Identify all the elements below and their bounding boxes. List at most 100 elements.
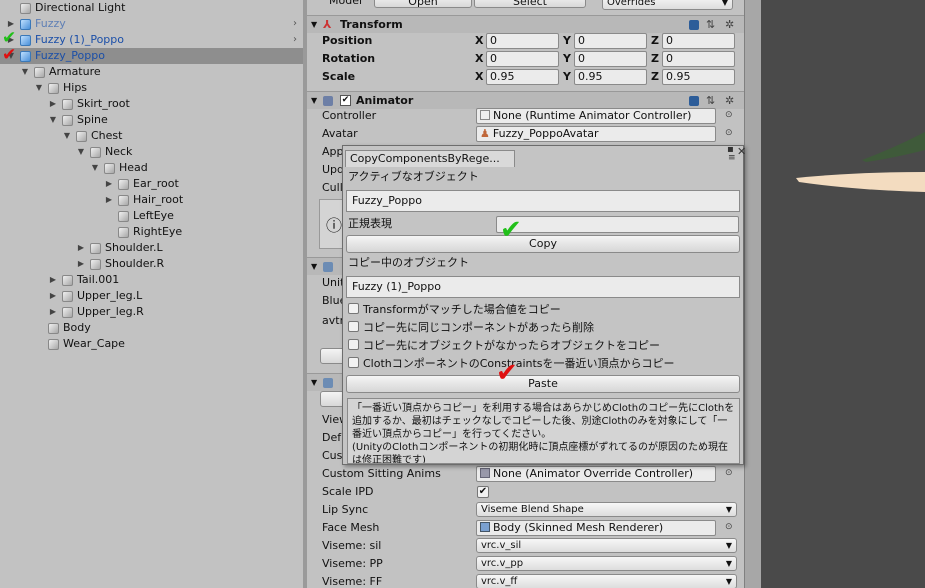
avatar-value: Fuzzy_PoppoAvatar xyxy=(492,127,599,140)
expanded-arrow-icon[interactable]: ▼ xyxy=(34,80,44,96)
hierarchy-item[interactable]: RightEye xyxy=(0,224,303,240)
collapsed-arrow-icon[interactable]: ▶ xyxy=(76,240,86,256)
hierarchy-item[interactable]: ▶ Hair_root xyxy=(0,192,303,208)
help-icon[interactable] xyxy=(689,20,699,30)
gameobject-icon xyxy=(118,179,129,190)
collapse-icon[interactable]: ▼ xyxy=(311,92,317,110)
hierarchy-item[interactable]: ▶ Tail.001 xyxy=(0,272,303,288)
collapsed-arrow-icon[interactable]: ▶ xyxy=(48,288,58,304)
position-x-field[interactable]: 0 xyxy=(486,33,559,49)
position-z-field[interactable]: 0 xyxy=(662,33,735,49)
open-prefab-arrow-icon[interactable]: › xyxy=(293,16,297,32)
hierarchy-item[interactable]: ▼ Fuzzy_Poppo xyxy=(0,48,303,64)
position-y-field[interactable]: 0 xyxy=(574,33,647,49)
gameobject-icon xyxy=(104,163,115,174)
expanded-arrow-icon[interactable]: ▼ xyxy=(20,64,30,80)
avatar-field[interactable]: ♟ Fuzzy_PoppoAvatar xyxy=(476,126,716,142)
hierarchy-item[interactable]: Wear_Cape xyxy=(0,336,303,352)
object-picker-icon[interactable]: ⊙ xyxy=(725,468,733,478)
preset-icon[interactable]: ⇅ xyxy=(706,16,715,34)
hierarchy-item[interactable]: ▼ Head xyxy=(0,160,303,176)
scale-y-field[interactable]: 0.95 xyxy=(574,69,647,85)
option-copy-missing-objects[interactable]: コピー先にオブジェクトがなかったらオブジェクトをコピー xyxy=(348,338,660,354)
overrides-dropdown[interactable]: Overrides ▼ xyxy=(602,0,733,10)
hierarchy-item[interactable]: LeftEye xyxy=(0,208,303,224)
regex-input[interactable] xyxy=(496,216,739,233)
rotation-y-field[interactable]: 0 xyxy=(574,51,647,67)
lip-sync-dropdown[interactable]: Viseme Blend Shape ▼ xyxy=(476,502,737,517)
close-icon[interactable]: ✕ xyxy=(737,145,746,158)
gear-icon[interactable]: ✲ xyxy=(725,92,734,110)
rotation-x-field[interactable]: 0 xyxy=(486,51,559,67)
collapsed-arrow-icon[interactable]: ▶ xyxy=(104,176,114,192)
viseme-sil-dropdown[interactable]: vrc.v_sil ▼ xyxy=(476,538,737,553)
transform-header[interactable]: ▼ ⅄ Transform ⇅ ✲ xyxy=(307,15,744,33)
window-tab[interactable]: CopyComponentsByRege... xyxy=(345,150,515,167)
hierarchy-item[interactable]: ▶ Shoulder.L xyxy=(0,240,303,256)
viseme-ff-dropdown[interactable]: vrc.v_ff ▼ xyxy=(476,574,737,588)
hierarchy-item[interactable]: ▶ Upper_leg.R xyxy=(0,304,303,320)
hierarchy-item[interactable]: ▶ Upper_leg.L xyxy=(0,288,303,304)
maximize-icon[interactable]: ≡ xyxy=(728,153,736,163)
expanded-arrow-icon[interactable]: ▼ xyxy=(90,160,100,176)
hierarchy-item[interactable]: ▶ Skirt_root xyxy=(0,96,303,112)
scene-view[interactable] xyxy=(744,0,925,588)
option-checkbox[interactable] xyxy=(348,357,359,368)
hierarchy-item[interactable]: ▶ Fuzzy › xyxy=(0,16,303,32)
annotation-green-check: ✔ xyxy=(500,215,522,245)
select-prefab-button[interactable]: Select xyxy=(474,0,586,8)
open-prefab-arrow-icon[interactable]: › xyxy=(293,32,297,48)
scale-ipd-checkbox[interactable]: ✔ xyxy=(477,486,489,498)
expanded-arrow-icon[interactable]: ▼ xyxy=(62,128,72,144)
viseme-ff-label: Viseme: FF xyxy=(322,575,383,588)
hierarchy-item[interactable]: Body xyxy=(0,320,303,336)
expanded-arrow-icon[interactable]: ▼ xyxy=(76,144,86,160)
object-picker-icon[interactable]: ⊙ xyxy=(725,522,733,532)
gear-icon[interactable]: ✲ xyxy=(725,16,734,34)
scale-x-field[interactable]: 0.95 xyxy=(486,69,559,85)
hierarchy-item[interactable]: ▶ Shoulder.R xyxy=(0,256,303,272)
custom-sitting-field[interactable]: None (Animator Override Controller) xyxy=(476,466,716,482)
scene-model-preview xyxy=(796,132,925,192)
collapse-icon[interactable]: ▼ xyxy=(311,258,317,276)
animator-enabled-checkbox[interactable]: ✔ xyxy=(340,95,351,106)
hierarchy-item[interactable]: ▼ Neck xyxy=(0,144,303,160)
collapsed-arrow-icon[interactable]: ▶ xyxy=(48,304,58,320)
paste-button[interactable]: Paste xyxy=(346,375,740,393)
viseme-pp-dropdown[interactable]: vrc.v_pp ▼ xyxy=(476,556,737,571)
hierarchy-item[interactable]: ▼ Hips xyxy=(0,80,303,96)
hierarchy-item[interactable]: Directional Light xyxy=(0,0,303,16)
help-text: 「一番近い頂点からコピー」を利用する場合はあらかじめClothのコピー先にClo… xyxy=(352,403,735,464)
open-prefab-button[interactable]: Open xyxy=(374,0,472,8)
option-checkbox[interactable] xyxy=(348,303,359,314)
hierarchy-item[interactable]: ▶ Fuzzy (1)_Poppo › xyxy=(0,32,303,48)
hierarchy-item[interactable]: ▼ Chest xyxy=(0,128,303,144)
controller-field[interactable]: None (Runtime Animator Controller) xyxy=(476,108,716,124)
rotation-z-field[interactable]: 0 xyxy=(662,51,735,67)
expanded-arrow-icon[interactable]: ▼ xyxy=(48,112,58,128)
collapsed-arrow-icon[interactable]: ▶ xyxy=(48,96,58,112)
active-object-field[interactable]: Fuzzy_Poppo xyxy=(346,190,740,212)
collapse-icon[interactable]: ▼ xyxy=(311,16,317,34)
hierarchy-item-label: Fuzzy (1)_Poppo xyxy=(35,33,124,46)
object-picker-icon[interactable]: ⊙ xyxy=(725,110,733,120)
hierarchy-item[interactable]: ▼ Armature xyxy=(0,64,303,80)
collapsed-arrow-icon[interactable]: ▶ xyxy=(48,272,58,288)
collapsed-arrow-icon[interactable]: ▶ xyxy=(76,256,86,272)
option-checkbox[interactable] xyxy=(348,339,359,350)
inspector-scrollbar[interactable] xyxy=(744,0,761,588)
face-mesh-field[interactable]: Body (Skinned Mesh Renderer) xyxy=(476,520,716,536)
collapsed-arrow-icon[interactable]: ▶ xyxy=(104,192,114,208)
copying-object-field[interactable]: Fuzzy (1)_Poppo xyxy=(346,276,740,298)
scale-z-field[interactable]: 0.95 xyxy=(662,69,735,85)
object-picker-icon[interactable]: ⊙ xyxy=(725,128,733,138)
hierarchy-item[interactable]: ▶ Ear_root xyxy=(0,176,303,192)
copy-button[interactable]: Copy xyxy=(346,235,740,253)
help-icon[interactable] xyxy=(689,96,699,106)
option-checkbox[interactable] xyxy=(348,321,359,332)
collapse-icon[interactable]: ▼ xyxy=(311,374,317,392)
face-mesh-label: Face Mesh xyxy=(322,521,380,534)
option-delete-duplicate[interactable]: コピー先に同じコンポーネントがあったら削除 xyxy=(348,320,594,336)
hierarchy-item[interactable]: ▼ Spine xyxy=(0,112,303,128)
option-copy-transform[interactable]: Transformがマッチした場合値をコピー xyxy=(348,302,561,318)
